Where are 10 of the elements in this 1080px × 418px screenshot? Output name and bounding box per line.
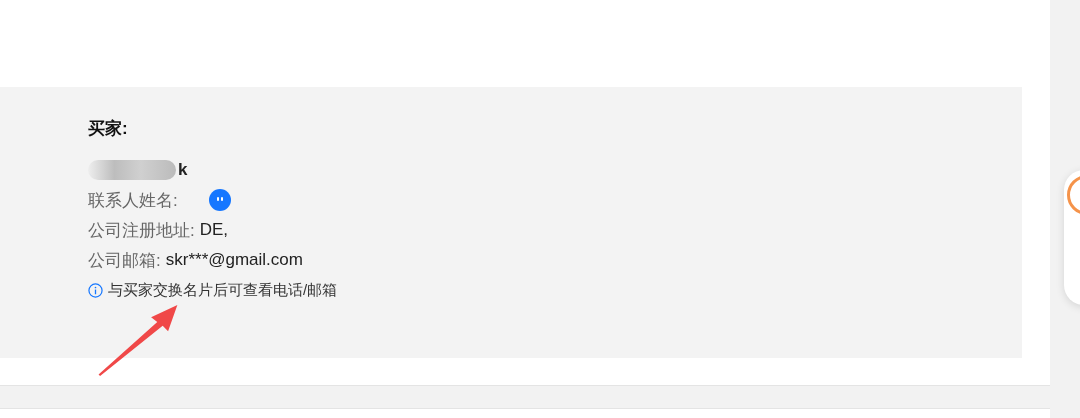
buyer-heading: 买家: [88, 118, 129, 140]
field-label: 公司注册地址: [88, 219, 195, 242]
field-label: 公司邮箱: [88, 249, 161, 272]
field-value: skr***@gmail.com [165, 250, 303, 270]
hint-text: 与买家交换名片后可查看电话/邮箱 [108, 280, 338, 300]
buyer-name: k [178, 160, 188, 180]
field-value: DE, [199, 220, 229, 240]
info-icon [88, 282, 103, 298]
field-label: 联系人姓名: [88, 189, 178, 212]
chat-bubble-icon[interactable] [207, 188, 232, 212]
